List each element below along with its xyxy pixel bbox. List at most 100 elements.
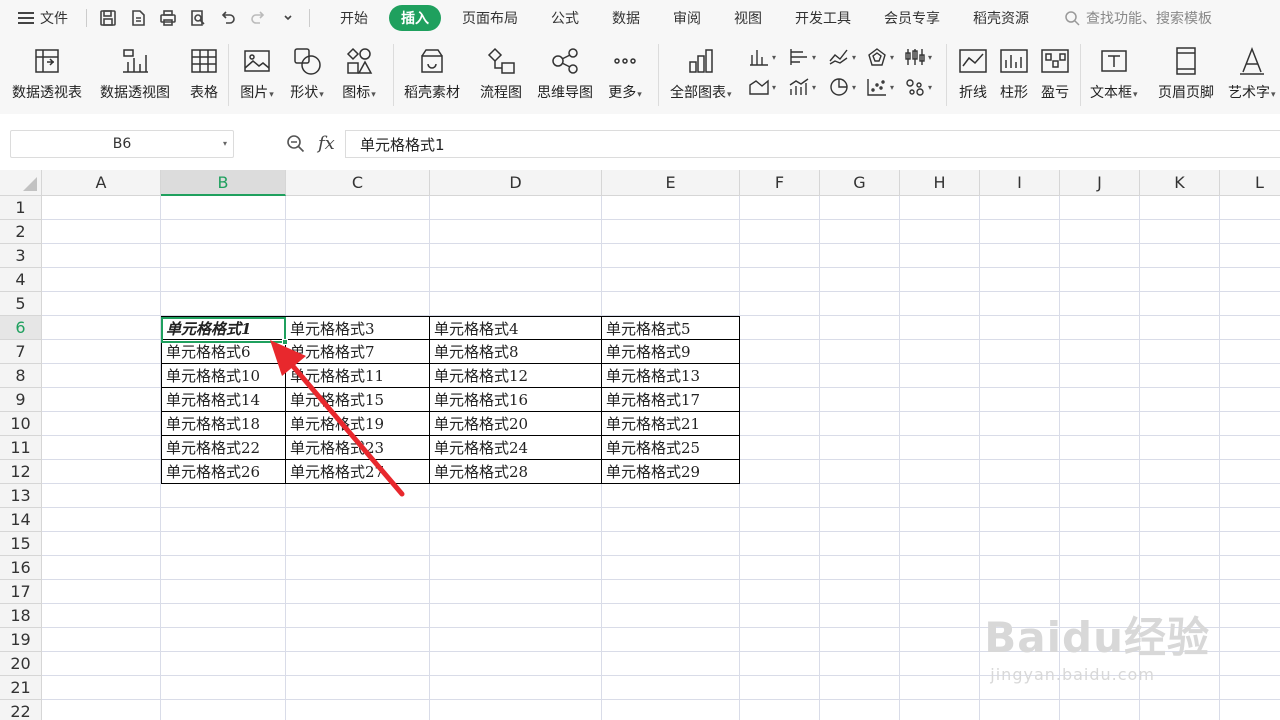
tab-page-layout[interactable]: 页面布局: [450, 5, 530, 31]
row-header-15[interactable]: 15: [0, 532, 42, 556]
more-button[interactable]: 更多▾: [608, 44, 642, 102]
wordart-button[interactable]: 艺术字▾: [1228, 44, 1276, 102]
column-header-h[interactable]: H: [900, 170, 980, 196]
function-search[interactable]: 查找功能、搜索模板: [1064, 8, 1212, 28]
tab-member[interactable]: 会员专享: [872, 5, 952, 31]
row-header-8[interactable]: 8: [0, 364, 42, 388]
all-charts-button[interactable]: 全部图表▾: [670, 44, 732, 102]
table-cell-d10[interactable]: 单元格格式20: [430, 412, 602, 436]
print-preview-icon[interactable]: [185, 5, 211, 31]
formula-input[interactable]: 单元格格式1: [345, 130, 1280, 158]
docer-material-button[interactable]: 稻壳素材: [404, 44, 460, 102]
table-cell-d12[interactable]: 单元格格式28: [430, 460, 602, 484]
scatter-chart-dropdown-icon[interactable]: ▾: [866, 76, 900, 98]
column-header-k[interactable]: K: [1140, 170, 1220, 196]
table-cell-d8[interactable]: 单元格格式12: [430, 364, 602, 388]
column-header-i[interactable]: I: [980, 170, 1060, 196]
table-cell-d6[interactable]: 单元格格式4: [430, 316, 602, 340]
chevron-down-icon[interactable]: ▾: [223, 139, 227, 148]
table-cell-d9[interactable]: 单元格格式16: [430, 388, 602, 412]
flowchart-button[interactable]: 流程图: [480, 44, 522, 102]
tab-review[interactable]: 审阅: [661, 5, 713, 31]
area-chart-dropdown-icon[interactable]: ▾: [748, 76, 782, 98]
table-cell-d11[interactable]: 单元格格式24: [430, 436, 602, 460]
table-cell-e9[interactable]: 单元格格式17: [602, 388, 740, 412]
picture-button[interactable]: 图片▾: [240, 44, 274, 102]
name-box[interactable]: B6 ▾: [10, 130, 234, 158]
pie-chart-dropdown-icon[interactable]: ▾: [828, 76, 862, 98]
radar-chart-dropdown-icon[interactable]: ▾: [866, 46, 900, 68]
icon-library-button[interactable]: 图标▾: [342, 44, 376, 102]
tab-docer-resources[interactable]: 稻壳资源: [961, 5, 1041, 31]
quick-access-more-icon[interactable]: [275, 5, 301, 31]
row-header-20[interactable]: 20: [0, 652, 42, 676]
table-cell-e10[interactable]: 单元格格式21: [602, 412, 740, 436]
print-icon[interactable]: [155, 5, 181, 31]
table-cell-d7[interactable]: 单元格格式8: [430, 340, 602, 364]
table-cell-e11[interactable]: 单元格格式25: [602, 436, 740, 460]
table-cell-e12[interactable]: 单元格格式29: [602, 460, 740, 484]
row-header-4[interactable]: 4: [0, 268, 42, 292]
sparkline-winloss-button[interactable]: 盈亏: [1038, 44, 1072, 102]
insert-function-button[interactable]: fx: [318, 133, 335, 154]
row-header-9[interactable]: 9: [0, 388, 42, 412]
undo-icon[interactable]: [215, 5, 241, 31]
column-header-c[interactable]: C: [286, 170, 430, 196]
row-header-2[interactable]: 2: [0, 220, 42, 244]
table-button[interactable]: 表格: [187, 44, 221, 102]
combo-chart-dropdown-icon[interactable]: ▾: [788, 76, 822, 98]
bubble-chart-dropdown-icon[interactable]: ▾: [904, 76, 938, 98]
tab-home[interactable]: 开始: [328, 5, 380, 31]
row-header-16[interactable]: 16: [0, 556, 42, 580]
column-header-b[interactable]: B: [161, 170, 286, 196]
shape-button[interactable]: 形状▾: [290, 44, 324, 102]
tab-formulas[interactable]: 公式: [539, 5, 591, 31]
row-header-7[interactable]: 7: [0, 340, 42, 364]
row-header-10[interactable]: 10: [0, 412, 42, 436]
tab-developer[interactable]: 开发工具: [783, 5, 863, 31]
row-header-18[interactable]: 18: [0, 604, 42, 628]
sparkline-line-button[interactable]: 折线: [956, 44, 990, 102]
tab-data[interactable]: 数据: [600, 5, 652, 31]
column-header-e[interactable]: E: [602, 170, 740, 196]
zoom-function-icon[interactable]: [286, 134, 306, 154]
export-pdf-icon[interactable]: [125, 5, 151, 31]
row-header-19[interactable]: 19: [0, 628, 42, 652]
select-all-corner[interactable]: [0, 170, 42, 196]
mindmap-button[interactable]: 思维导图: [537, 44, 593, 102]
bar-chart-dropdown-icon[interactable]: ▾: [788, 46, 822, 68]
save-icon[interactable]: [95, 5, 121, 31]
table-cell-e6[interactable]: 单元格格式5: [602, 316, 740, 340]
pivot-table-button[interactable]: 数据透视表: [12, 44, 82, 102]
file-menu[interactable]: 文件: [0, 0, 78, 36]
row-header-6[interactable]: 6: [0, 316, 42, 340]
column-header-d[interactable]: D: [430, 170, 602, 196]
tab-view[interactable]: 视图: [722, 5, 774, 31]
column-header-f[interactable]: F: [740, 170, 820, 196]
column-header-g[interactable]: G: [820, 170, 900, 196]
row-header-5[interactable]: 5: [0, 292, 42, 316]
sparkline-column-button[interactable]: 柱形: [997, 44, 1031, 102]
tab-insert[interactable]: 插入: [389, 5, 441, 31]
row-header-21[interactable]: 21: [0, 676, 42, 700]
line-chart-dropdown-icon[interactable]: ▾: [828, 46, 862, 68]
row-header-22[interactable]: 22: [0, 700, 42, 720]
column-chart-dropdown-icon[interactable]: ▾: [748, 46, 782, 68]
row-header-1[interactable]: 1: [0, 196, 42, 220]
row-header-12[interactable]: 12: [0, 460, 42, 484]
column-header-a[interactable]: A: [42, 170, 161, 196]
row-header-17[interactable]: 17: [0, 580, 42, 604]
stock-chart-dropdown-icon[interactable]: ▾: [904, 46, 938, 68]
row-header-11[interactable]: 11: [0, 436, 42, 460]
row-header-3[interactable]: 3: [0, 244, 42, 268]
pivot-chart-button[interactable]: 数据透视图: [100, 44, 170, 102]
textbox-button[interactable]: 文本框▾: [1090, 44, 1138, 102]
redo-icon[interactable]: [245, 5, 271, 31]
column-header-l[interactable]: L: [1220, 170, 1280, 196]
table-cell-e7[interactable]: 单元格格式9: [602, 340, 740, 364]
row-header-14[interactable]: 14: [0, 508, 42, 532]
table-cell-e8[interactable]: 单元格格式13: [602, 364, 740, 388]
column-header-j[interactable]: J: [1060, 170, 1140, 196]
header-footer-button[interactable]: 页眉页脚: [1158, 44, 1214, 102]
row-header-13[interactable]: 13: [0, 484, 42, 508]
